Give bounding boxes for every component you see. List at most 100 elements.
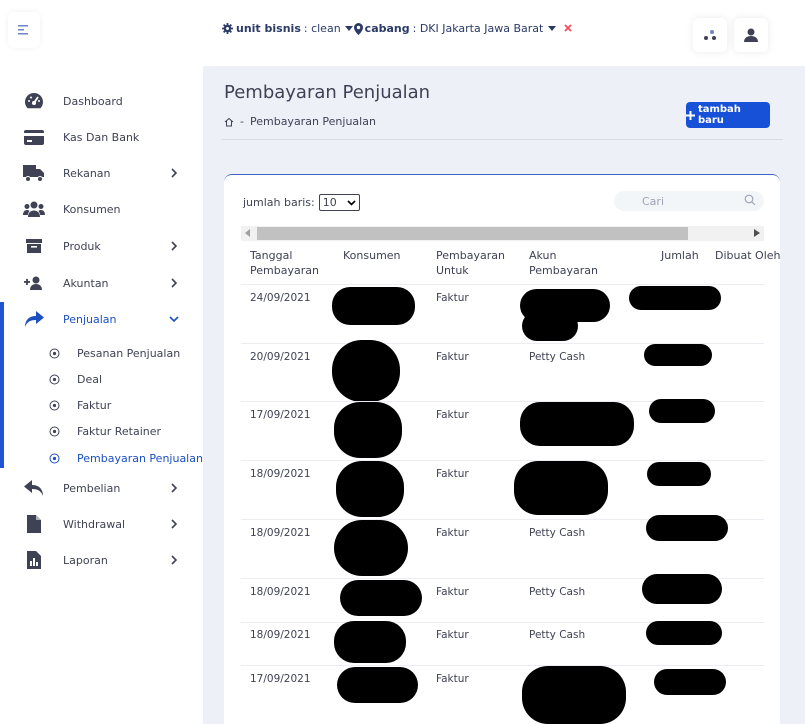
breadcrumb-separator: - [240, 115, 244, 128]
unit-bisnis-label: unit bisnis [236, 22, 301, 35]
table-row[interactable]: 18/09/2021 Faktur [241, 460, 764, 519]
breadcrumb-item[interactable]: Pembayaran Penjualan [250, 115, 376, 128]
share-icon [23, 308, 45, 330]
redacted-konsumen [332, 287, 415, 325]
radio-dot-icon [48, 373, 60, 385]
home-icon[interactable] [224, 117, 234, 127]
menu-toggle-button[interactable] [8, 12, 40, 48]
filter-bar: unit bisnis : clean cabang : DKI Jakarta… [222, 22, 572, 35]
sidebar-item-label: Pembelian [63, 481, 121, 495]
table-row[interactable]: 17/09/2021 Faktur [241, 399, 764, 460]
table-card: jumlah baris: 10 Cari Tanggal Pembayaran… [224, 174, 780, 724]
chevron-down-icon [168, 313, 180, 325]
column-header-label: Konsumen [343, 249, 401, 262]
sidebar-subitem-pesanan-penjualan[interactable]: Pesanan Penjualan [48, 342, 180, 364]
sidebar-item-penjualan[interactable]: Penjualan [0, 302, 203, 336]
table-row[interactable]: 18/09/2021 Faktur Petty Cash [241, 515, 764, 578]
redacted-jumlah [646, 515, 728, 541]
column-header-jumlah[interactable]: Jumlah [661, 248, 699, 263]
cell-pembayaran-untuk: Faktur [436, 468, 469, 480]
sidebar-item-rekanan[interactable]: Rekanan [0, 156, 203, 190]
redacted-akun [520, 402, 634, 446]
chevron-right-icon [168, 518, 180, 530]
cell-tanggal: 17/09/2021 [250, 409, 311, 421]
sidebar-item-label: Laporan [63, 553, 108, 567]
redacted-jumlah [644, 344, 712, 366]
map-pin-icon [353, 22, 363, 35]
redacted-jumlah [649, 399, 715, 423]
apps-icon [704, 30, 716, 40]
redacted-jumlah [647, 462, 711, 486]
column-header-label: Dibuat Oleh [715, 249, 780, 262]
x-icon[interactable] [564, 22, 572, 35]
scroll-left-icon[interactable] [245, 229, 251, 237]
redacted-konsumen [334, 402, 402, 458]
archive-icon [23, 235, 45, 257]
search-input[interactable]: Cari [614, 191, 764, 211]
cell-akun: Petty Cash [529, 351, 586, 363]
file-icon [23, 513, 45, 535]
sidebar-item-label: Akuntan [63, 276, 109, 290]
user-plus-icon [23, 272, 45, 294]
sidebar-item-label: Produk [63, 239, 101, 253]
scroll-right-icon[interactable] [754, 229, 760, 237]
reply-icon [23, 477, 45, 499]
plus-icon [686, 110, 695, 120]
breadcrumb: - Pembayaran Penjualan [224, 115, 376, 128]
column-header-pembayaran-untuk[interactable]: Pembayaran Untuk [436, 248, 505, 278]
unit-bisnis-select[interactable]: : clean [304, 22, 341, 35]
redacted-konsumen [334, 621, 406, 663]
add-new-button[interactable]: tambah baru [686, 102, 770, 128]
sidebar-item-dashboard[interactable]: Dashboard [0, 84, 203, 118]
search-icon [744, 194, 756, 206]
gear-icon [222, 23, 233, 34]
caret-down-icon[interactable] [344, 25, 353, 32]
redacted-konsumen [336, 461, 404, 517]
sidebar-item-label: Dashboard [63, 94, 123, 108]
sidebar-item-withdrawal[interactable]: Withdrawal [0, 507, 203, 541]
sidebar-subitem-faktur[interactable]: Faktur [48, 394, 111, 416]
sidebar-subitem-label: Faktur [77, 398, 112, 412]
sidebar-item-produk[interactable]: Produk [0, 229, 203, 263]
table-row[interactable]: 18/09/2021 Faktur Petty Cash [241, 621, 764, 665]
sidebar-item-akuntan[interactable]: Akuntan [0, 266, 203, 300]
radio-dot-icon [48, 347, 60, 359]
apps-button[interactable] [693, 18, 727, 52]
sidebar-item-kas-dan-bank[interactable]: Kas Dan Bank [0, 120, 203, 154]
column-header-tanggal[interactable]: Tanggal Pembayaran [250, 248, 319, 278]
sidebar-item-pembelian[interactable]: Pembelian [0, 471, 203, 505]
column-header-label: Jumlah [661, 249, 699, 262]
column-header-konsumen[interactable]: Konsumen [343, 248, 401, 263]
scrollbar-thumb[interactable] [257, 227, 688, 240]
redacted-konsumen [340, 580, 422, 616]
column-header-label: Pembayaran Untuk [436, 249, 505, 277]
sidebar: Dashboard Kas Dan Bank Rekanan Konsumen … [0, 0, 203, 724]
column-header-akun-pembayaran[interactable]: Akun Pembayaran [529, 248, 598, 278]
caret-down-icon[interactable] [548, 25, 557, 32]
cell-pembayaran-untuk: Faktur [436, 629, 469, 641]
table-row[interactable]: 18/09/2021 Faktur Petty Cash [241, 574, 764, 622]
horizontal-scrollbar[interactable] [241, 226, 764, 241]
redacted-jumlah [646, 621, 722, 645]
rows-per-page-select[interactable]: 10 [318, 194, 360, 211]
sidebar-item-laporan[interactable]: Laporan [0, 543, 203, 577]
redacted-akun [522, 666, 626, 724]
user-icon [744, 28, 758, 42]
table-row[interactable]: 24/09/2021 Faktur [241, 284, 764, 343]
sidebar-item-label: Penjualan [63, 312, 117, 326]
sidebar-subitem-faktur-retainer[interactable]: Faktur Retainer [48, 420, 161, 442]
cabang-select[interactable]: : DKI Jakarta Jawa Barat [413, 22, 544, 35]
redacted-jumlah [642, 574, 722, 604]
sidebar-item-konsumen[interactable]: Konsumen [0, 192, 203, 226]
search-placeholder: Cari [642, 194, 664, 208]
table-row[interactable]: 20/09/2021 Faktur Petty Cash [241, 340, 764, 402]
radio-dot-icon [48, 425, 60, 437]
sidebar-subitem-pembayaran-penjualan[interactable]: Pembayaran Penjualan [48, 447, 203, 469]
redacted-konsumen [334, 520, 408, 576]
cell-tanggal: 18/09/2021 [250, 468, 311, 480]
sidebar-subitem-deal[interactable]: Deal [48, 368, 102, 390]
chevron-right-icon [168, 554, 180, 566]
user-button[interactable] [734, 18, 768, 52]
column-header-dibuat-oleh[interactable]: Dibuat Oleh [715, 248, 780, 263]
table-row[interactable]: 17/09/2021 Faktur [241, 665, 764, 724]
